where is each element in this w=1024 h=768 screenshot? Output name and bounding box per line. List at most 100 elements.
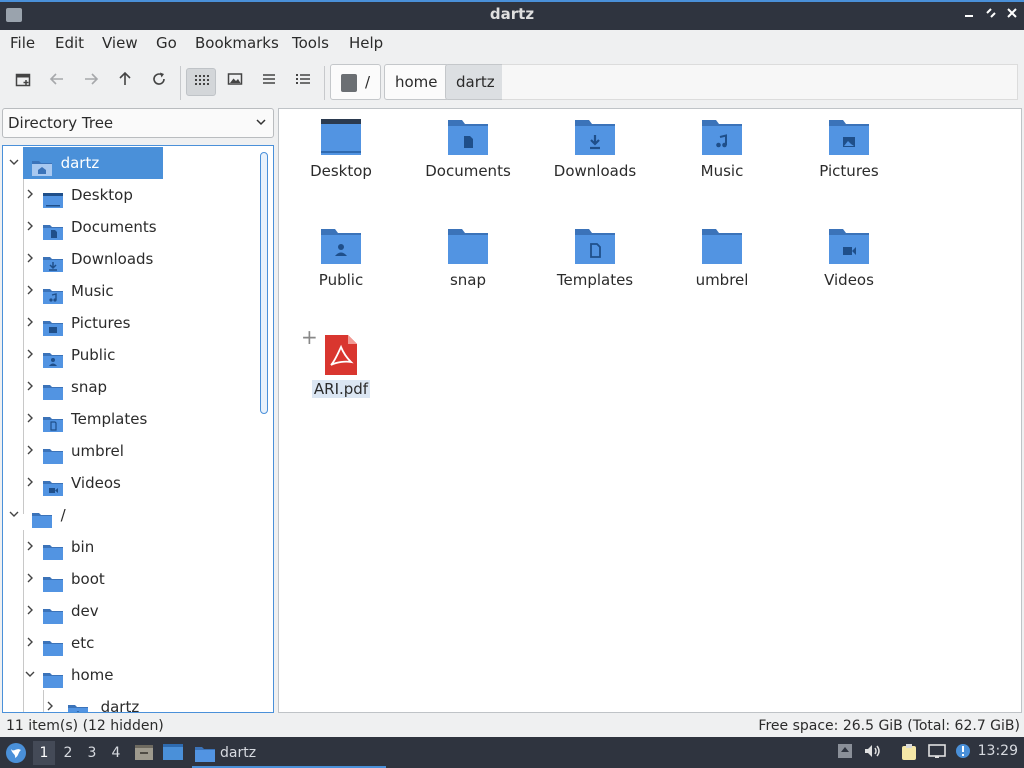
new-tab-button[interactable]	[8, 68, 38, 96]
tree-item-root[interactable]: /	[3, 499, 253, 531]
tree-item-videos[interactable]: Videos	[23, 467, 253, 499]
menu-tools[interactable]: Tools	[292, 34, 329, 52]
maximize-button[interactable]	[982, 4, 1000, 26]
chevron-right-icon[interactable]	[23, 213, 37, 245]
network-icon[interactable]	[928, 743, 946, 761]
tree-item-label: umbrel	[71, 442, 124, 460]
close-button[interactable]	[1003, 4, 1021, 26]
chevron-right-icon[interactable]	[23, 309, 37, 341]
chevron-right-icon[interactable]	[23, 629, 37, 661]
workspace-1[interactable]: 1	[33, 741, 55, 765]
volume-icon[interactable]	[864, 743, 882, 761]
reload-button[interactable]	[144, 68, 174, 96]
chevron-down-icon[interactable]	[7, 501, 21, 533]
detailed-list-view-button[interactable]	[288, 68, 318, 96]
tray-upload-icon[interactable]	[836, 743, 854, 761]
tree-item-boot[interactable]: boot	[23, 563, 253, 595]
file-item-pictures[interactable]: Pictures	[789, 117, 909, 180]
chevron-right-icon[interactable]	[23, 469, 37, 501]
file-item-umbrel[interactable]: umbrel	[662, 226, 782, 289]
tree-item-home-dartz-sub[interactable]: dartz	[43, 691, 253, 712]
folder-icon	[31, 507, 52, 528]
tree-item-templates[interactable]: Templates	[23, 403, 253, 435]
breadcrumb-home[interactable]: home	[384, 64, 449, 100]
tree-scrollbar-thumb[interactable]	[260, 152, 268, 414]
file-item-videos[interactable]: Videos	[789, 226, 909, 289]
public-folder-icon	[321, 226, 361, 264]
file-item-snap[interactable]: snap	[408, 226, 528, 289]
chevron-right-icon[interactable]	[23, 597, 37, 629]
menu-help[interactable]: Help	[349, 34, 383, 52]
directory-tree[interactable]: dartz Desktop Documents Downloads Music Pict…	[2, 145, 274, 713]
forward-button[interactable]	[76, 68, 106, 96]
menu-edit[interactable]: Edit	[55, 34, 84, 52]
chevron-right-icon[interactable]	[23, 341, 37, 373]
chevron-right-icon[interactable]	[23, 373, 37, 405]
tree-item-home-dartz[interactable]: dartz	[3, 147, 253, 179]
menu-bookmarks[interactable]: Bookmarks	[195, 34, 279, 52]
start-menu-button[interactable]	[4, 741, 28, 765]
tree-item-pictures[interactable]: Pictures	[23, 307, 253, 339]
taskbar-window-dartz[interactable]: dartz	[192, 740, 386, 768]
close-icon	[1007, 8, 1017, 18]
chevron-right-icon[interactable]	[23, 533, 37, 565]
updates-icon[interactable]	[954, 743, 972, 761]
file-view[interactable]: + Desktop Documents Downloads Music Pictures…	[278, 108, 1022, 713]
menu-file[interactable]: File	[10, 34, 35, 52]
chevron-right-icon[interactable]	[23, 245, 37, 277]
file-item-documents[interactable]: Documents	[408, 117, 528, 180]
file-item-ari-pdf[interactable]: ARI.pdf	[281, 335, 401, 398]
minimize-button[interactable]	[960, 4, 978, 26]
tree-item-music[interactable]: Music	[23, 275, 253, 307]
menu-view[interactable]: View	[102, 34, 138, 52]
window-title: dartz	[489, 5, 535, 23]
tree-item-etc[interactable]: etc	[23, 627, 253, 659]
workspace-2[interactable]: 2	[57, 741, 79, 765]
chevron-right-icon[interactable]	[23, 437, 37, 469]
clock[interactable]: 13:29	[978, 743, 1018, 759]
back-button[interactable]	[42, 68, 72, 96]
icon-view-button[interactable]	[186, 68, 216, 96]
file-item-music[interactable]: Music	[662, 117, 782, 180]
downloads-folder-icon	[43, 251, 63, 272]
tree-item-home[interactable]: home	[23, 659, 253, 691]
show-desktop-button[interactable]	[162, 742, 184, 762]
file-manager-launcher[interactable]	[134, 742, 154, 762]
workspace-3[interactable]: 3	[81, 741, 103, 765]
side-pane-mode-select[interactable]: Directory Tree	[2, 108, 274, 138]
tree-item-desktop[interactable]: Desktop	[23, 179, 253, 211]
videos-folder-icon	[43, 475, 63, 496]
clipboard-icon[interactable]	[900, 743, 918, 761]
downloads-folder-icon	[575, 117, 615, 155]
compact-view-button[interactable]	[254, 68, 284, 96]
snap-folder-icon	[43, 379, 63, 400]
chevron-right-icon[interactable]	[43, 693, 57, 712]
breadcrumb-root[interactable]: /	[330, 64, 382, 100]
tree-item-dev[interactable]: dev	[23, 595, 253, 627]
home-folder-icon	[67, 699, 88, 712]
tree-item-public[interactable]: Public	[23, 339, 253, 371]
chevron-right-icon[interactable]	[23, 565, 37, 597]
tree-scrollbar[interactable]	[259, 152, 269, 708]
menu-go[interactable]: Go	[156, 34, 177, 52]
workspace-4[interactable]: 4	[105, 741, 127, 765]
thumbnail-view-button[interactable]	[220, 68, 250, 96]
chevron-down-icon[interactable]	[7, 149, 21, 181]
tree-item-label: dartz	[60, 154, 100, 172]
chevron-down-icon[interactable]	[23, 661, 37, 693]
up-button[interactable]	[110, 68, 140, 96]
chevron-right-icon[interactable]	[23, 181, 37, 213]
tree-item-downloads[interactable]: Downloads	[23, 243, 253, 275]
file-item-templates[interactable]: Templates	[535, 226, 655, 289]
tree-item-snap[interactable]: snap	[23, 371, 253, 403]
breadcrumb-dartz[interactable]: dartz	[445, 64, 506, 100]
file-item-downloads[interactable]: Downloads	[535, 117, 655, 180]
file-item-desktop[interactable]: Desktop	[281, 117, 401, 180]
chevron-right-icon[interactable]	[23, 405, 37, 437]
chevron-right-icon[interactable]	[23, 277, 37, 309]
tree-item-umbrel[interactable]: umbrel	[23, 435, 253, 467]
file-item-public[interactable]: Public	[281, 226, 401, 289]
tree-item-bin[interactable]: bin	[23, 531, 253, 563]
tree-item-documents[interactable]: Documents	[23, 211, 253, 243]
path-bar-empty-area[interactable]	[502, 64, 1018, 100]
